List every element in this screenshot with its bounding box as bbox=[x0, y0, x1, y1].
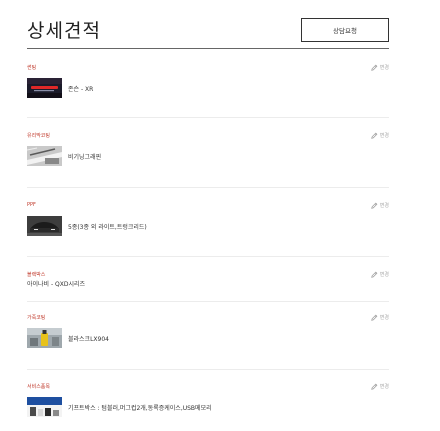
item-name: 존슨 - XR bbox=[68, 85, 94, 93]
section-label: 서비스품목 bbox=[27, 384, 51, 390]
section-divider bbox=[27, 117, 389, 118]
pencil-icon bbox=[371, 132, 378, 139]
change-link[interactable]: 변경 bbox=[371, 64, 389, 71]
item-row: 비기닝그래핀 bbox=[27, 146, 101, 166]
pencil-icon bbox=[371, 314, 378, 321]
consult-request-button[interactable]: 상담요청 bbox=[301, 18, 389, 42]
section-divider bbox=[27, 187, 389, 188]
item-name: 아이나비 - QXD시리즈 bbox=[27, 281, 86, 288]
section-divider bbox=[27, 256, 389, 257]
change-label: 변경 bbox=[379, 315, 389, 321]
product-thumbnail bbox=[27, 216, 62, 236]
change-link[interactable]: 변경 bbox=[371, 271, 389, 278]
title-divider bbox=[27, 48, 389, 49]
change-label: 변경 bbox=[379, 133, 389, 139]
section-label: 유리막코팅 bbox=[27, 133, 51, 139]
item-name: 5종(3종 외 라이트,트렁크리드) bbox=[68, 223, 147, 231]
product-thumbnail bbox=[27, 78, 62, 98]
section-label: 가죽코팅 bbox=[27, 315, 46, 321]
product-thumbnail bbox=[27, 146, 62, 166]
section-divider bbox=[27, 369, 389, 370]
item-row: 블라스크LX904 bbox=[27, 328, 109, 348]
product-thumbnail bbox=[27, 328, 62, 348]
change-link[interactable]: 변경 bbox=[371, 202, 389, 209]
product-thumbnail bbox=[27, 397, 62, 417]
section-label: 썬팅 bbox=[27, 65, 37, 71]
change-label: 변경 bbox=[379, 384, 389, 390]
change-link[interactable]: 변경 bbox=[371, 132, 389, 139]
item-row: 5종(3종 외 라이트,트렁크리드) bbox=[27, 216, 147, 236]
item-row: 기프트박스 : 텀블러,머그컵2개,동록증케이스,USB메모리 bbox=[27, 397, 212, 417]
item-name: 기프트박스 : 텀블러,머그컵2개,동록증케이스,USB메모리 bbox=[68, 404, 212, 412]
change-link[interactable]: 변경 bbox=[371, 383, 389, 390]
section-label: 블랙박스 bbox=[27, 272, 46, 278]
pencil-icon bbox=[371, 271, 378, 278]
item-row: 아이나비 - QXD시리즈 bbox=[27, 279, 85, 288]
item-name: 비기닝그래핀 bbox=[68, 153, 102, 161]
page-title: 상세견적 bbox=[27, 20, 101, 42]
section-divider bbox=[27, 301, 389, 302]
pencil-icon bbox=[371, 64, 378, 71]
change-link[interactable]: 변경 bbox=[371, 314, 389, 321]
item-name: 블라스크LX904 bbox=[68, 335, 109, 343]
estimate-page: 상세견적 상담요청 썬팅 변경 존슨 - XR 유리막코팅 변경 비기닝그래핀 … bbox=[0, 0, 440, 431]
change-label: 변경 bbox=[379, 272, 389, 278]
section-label: PPF bbox=[27, 202, 36, 208]
pencil-icon bbox=[371, 202, 378, 209]
item-row: 존슨 - XR bbox=[27, 78, 93, 98]
change-label: 변경 bbox=[379, 65, 389, 71]
pencil-icon bbox=[371, 383, 378, 390]
change-label: 변경 bbox=[379, 203, 389, 209]
